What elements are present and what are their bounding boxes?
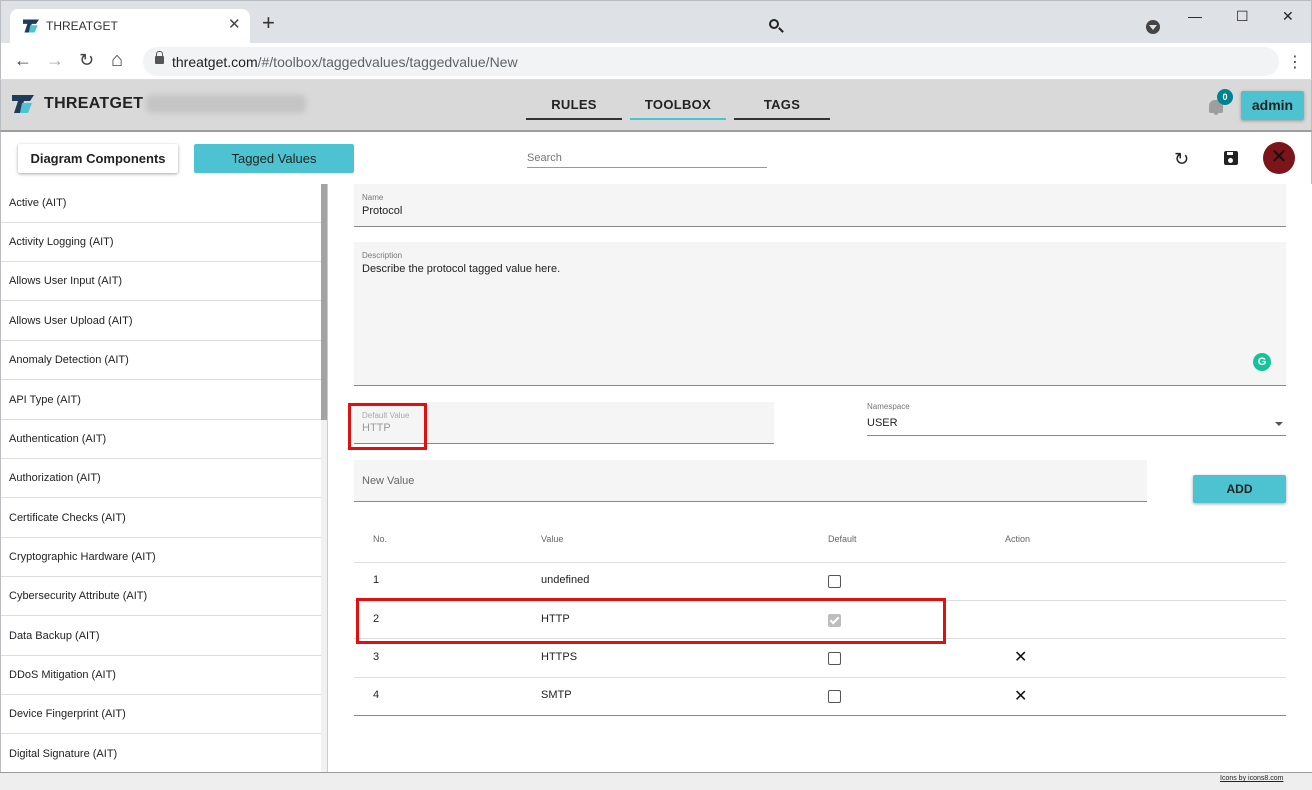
add-value-button[interactable]: ADD xyxy=(1193,475,1286,503)
app-title: THREATGET xyxy=(44,95,144,112)
delete-row-icon[interactable]: ✕ xyxy=(1014,689,1027,705)
table-divider xyxy=(354,677,1286,678)
tab-title: THREATGET xyxy=(46,19,118,33)
sidebar-item[interactable]: Activity Logging (AIT) xyxy=(1,223,321,262)
threatget-logo-icon xyxy=(12,95,34,113)
chevron-down-icon[interactable] xyxy=(1275,422,1283,426)
table-divider xyxy=(354,562,1286,563)
row-value: undefined xyxy=(541,574,590,586)
notification-badge: 0 xyxy=(1217,89,1233,105)
grammarly-icon[interactable]: G xyxy=(1253,353,1271,371)
namespace-label: Namespace xyxy=(867,402,910,411)
new-tab-icon[interactable]: + xyxy=(262,12,275,34)
column-header-value: Value xyxy=(541,534,564,544)
sidebar-item[interactable]: Data Backup (AIT) xyxy=(1,617,321,656)
column-header-default: Default xyxy=(828,534,857,544)
nav-tab-rules[interactable]: RULES xyxy=(526,80,622,120)
url-path: /#/toolbox/taggedvalues/taggedvalue/New xyxy=(257,54,518,70)
name-label: Name xyxy=(362,193,384,202)
url-domain: threatget.com xyxy=(172,54,258,70)
highlight-box-default-value xyxy=(348,403,427,450)
default-checkbox[interactable] xyxy=(828,575,841,588)
sidebar-item[interactable]: Authorization (AIT) xyxy=(1,459,321,498)
close-editor-button[interactable]: ✕ xyxy=(1263,142,1295,174)
reload-icon[interactable]: ↻ xyxy=(79,49,94,71)
address-bar[interactable]: threatget.com/#/toolbox/taggedvalues/tag… xyxy=(143,47,1279,76)
default-checkbox[interactable] xyxy=(828,690,841,703)
name-field[interactable]: Name Protocol xyxy=(354,184,1286,227)
footer: Icons by icons8.com xyxy=(0,772,1312,790)
sidebar-item[interactable]: Allows User Upload (AIT) xyxy=(1,302,321,341)
default-checkbox[interactable] xyxy=(828,652,841,665)
back-icon[interactable]: ← xyxy=(14,49,32,71)
name-value: Protocol xyxy=(362,205,403,217)
window-close-icon[interactable]: ✕ xyxy=(1282,8,1294,25)
browser-menu-icon[interactable]: ⋮ xyxy=(1287,52,1303,72)
description-label: Description xyxy=(362,251,403,260)
sidebar-item[interactable]: Device Fingerprint (AIT) xyxy=(1,695,321,734)
sidebar-item[interactable]: Cybersecurity Attribute (AIT) xyxy=(1,577,321,616)
lock-icon xyxy=(155,51,164,64)
highlight-box-default-row xyxy=(356,598,946,644)
delete-row-icon[interactable]: ✕ xyxy=(1014,650,1027,666)
namespace-value: USER xyxy=(867,417,898,429)
browser-tab[interactable]: THREATGET ✕ xyxy=(10,9,250,44)
row-value: HTTPS xyxy=(541,651,578,663)
toolbox-toolbar: Diagram Components Tagged Values xyxy=(0,132,1312,184)
sidebar-item[interactable]: Authentication (AIT) xyxy=(1,420,321,459)
profile-dropdown-icon[interactable] xyxy=(1146,20,1160,34)
sidebar-item[interactable]: Anomaly Detection (AIT) xyxy=(1,341,321,380)
sidebar-item[interactable]: Certificate Checks (AIT) xyxy=(1,499,321,538)
save-icon[interactable] xyxy=(1224,151,1238,165)
search-input[interactable] xyxy=(527,152,757,164)
blurred-project-name xyxy=(146,95,306,113)
sidebar-item[interactable]: Allows User Input (AIT) xyxy=(1,262,321,301)
new-value-field[interactable]: New Value xyxy=(354,460,1147,502)
sidebar-scroll-thumb[interactable] xyxy=(321,184,327,420)
app-header: THREATGET RULES TOOLBOX TAGS 0 admin xyxy=(0,80,1312,132)
maximize-icon[interactable]: ☐ xyxy=(1236,8,1249,25)
table-bottom-border xyxy=(354,715,1286,716)
description-field[interactable]: Description Describe the protocol tagged… xyxy=(354,242,1286,386)
sidebar-item[interactable]: Cryptographic Hardware (AIT) xyxy=(1,538,321,577)
forward-icon[interactable]: → xyxy=(46,49,64,71)
tagged-values-button[interactable]: Tagged Values xyxy=(194,144,354,173)
namespace-select[interactable]: Namespace USER xyxy=(867,398,1286,436)
sidebar-item[interactable]: API Type (AIT) xyxy=(1,381,321,420)
search-icon[interactable] xyxy=(769,19,779,29)
row-no: 3 xyxy=(373,651,380,663)
column-header-no: No. xyxy=(373,534,388,544)
tab-close-icon[interactable]: ✕ xyxy=(228,15,241,33)
row-no: 1 xyxy=(373,574,380,586)
column-header-action: Action xyxy=(1005,534,1031,544)
row-value: SMTP xyxy=(541,689,572,701)
diagram-components-button[interactable]: Diagram Components xyxy=(18,144,178,173)
row-no: 4 xyxy=(373,689,380,701)
admin-button[interactable]: admin xyxy=(1241,91,1304,120)
nav-tab-tags[interactable]: TAGS xyxy=(734,80,830,120)
new-value-placeholder: New Value xyxy=(362,475,415,487)
sidebar-item[interactable]: DDoS Mitigation (AIT) xyxy=(1,656,321,695)
description-value: Describe the protocol tagged value here. xyxy=(362,263,561,275)
search-field xyxy=(527,148,767,168)
tagged-values-sidebar: Active (AIT) Activity Logging (AIT) Allo… xyxy=(0,184,328,772)
sidebar-item[interactable]: Active (AIT) xyxy=(1,184,321,223)
sidebar-item[interactable]: Digital Signature (AIT) xyxy=(1,735,321,772)
url-text: threatget.com/#/toolbox/taggedvalues/tag… xyxy=(172,54,518,70)
browser-tabstrip: THREATGET ✕ + — ☐ ✕ xyxy=(0,0,1312,44)
threatget-logo-icon xyxy=(23,19,39,33)
icons8-credit-link[interactable]: Icons by icons8.com xyxy=(1220,775,1283,782)
nav-tab-toolbox[interactable]: TOOLBOX xyxy=(630,80,726,120)
undo-icon[interactable]: ↻ xyxy=(1174,149,1189,170)
home-icon[interactable]: ⌂ xyxy=(111,49,123,71)
browser-toolbar: ← → ↻ ⌂ threatget.com/#/toolbox/taggedva… xyxy=(0,43,1312,80)
minimize-icon[interactable]: — xyxy=(1188,8,1202,24)
